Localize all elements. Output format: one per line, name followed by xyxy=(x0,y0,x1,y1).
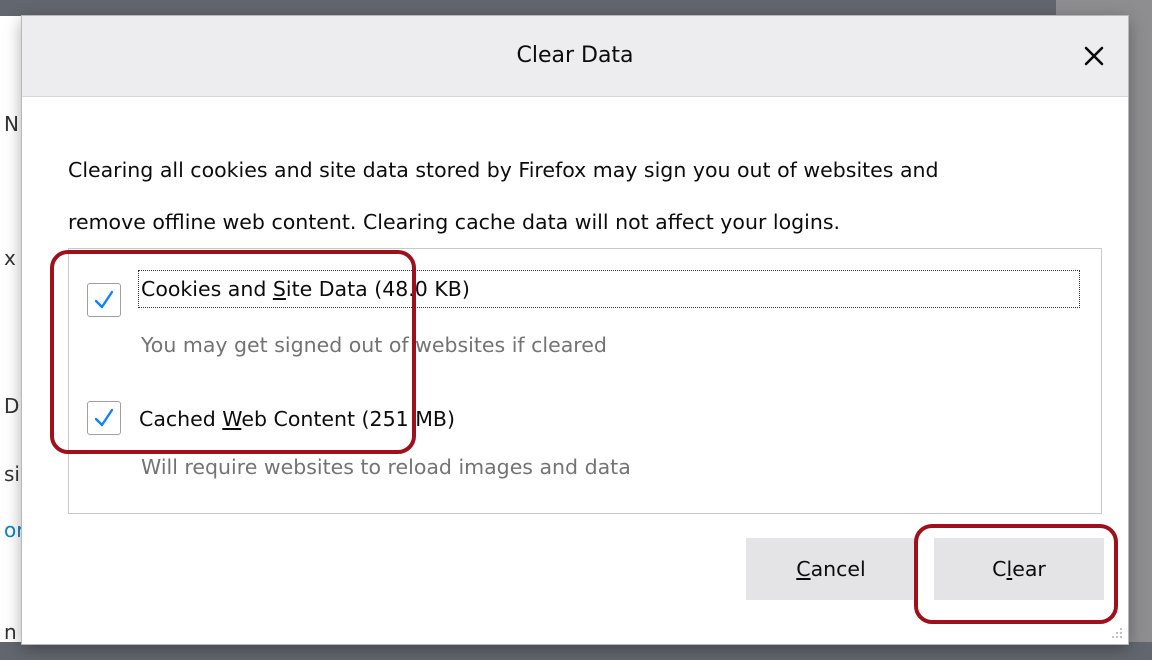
cancel-button[interactable]: Cancel xyxy=(746,538,916,600)
cache-label[interactable]: Cached Web Content (251 MB) xyxy=(139,407,455,431)
background-bottom-bar xyxy=(0,642,1152,660)
cache-sub-label: Will require websites to reload images a… xyxy=(141,455,631,479)
dialog-description: Clearing all cookies and site data store… xyxy=(68,144,1088,248)
label-text: ite Data (48.0 KB) xyxy=(285,277,470,301)
background-text-fragment: n xyxy=(4,620,17,644)
cookies-label[interactable]: Cookies and Site Data (48.0 KB) xyxy=(138,270,1080,308)
clear-data-dialog: Clear Data Clearing all cookies and site… xyxy=(22,16,1128,644)
button-label: C xyxy=(992,557,1007,581)
resize-grip-icon[interactable] xyxy=(1110,626,1124,640)
label-text: eb Content (251 MB) xyxy=(241,407,455,431)
close-button[interactable] xyxy=(1072,34,1116,78)
access-key: C xyxy=(796,557,811,581)
checkmark-icon xyxy=(94,290,114,309)
access-key: W xyxy=(222,407,242,431)
button-label: ear xyxy=(1012,557,1046,581)
label-text: Cached xyxy=(139,407,223,431)
dialog-titlebar: Clear Data xyxy=(22,16,1128,97)
background-text-fragment: x xyxy=(4,246,16,270)
clear-button[interactable]: Cl ear xyxy=(934,538,1104,600)
button-label: ancel xyxy=(810,557,866,581)
cache-checkbox[interactable] xyxy=(87,401,121,435)
checkmark-icon xyxy=(94,408,114,427)
cookies-sub-label: You may get signed out of websites if cl… xyxy=(141,333,607,357)
background-left-strip xyxy=(0,16,22,642)
clear-options-box: Cookies and Site Data (48.0 KB) You may … xyxy=(68,248,1102,514)
description-line: Clearing all cookies and site data store… xyxy=(68,158,939,182)
close-icon xyxy=(1084,46,1104,66)
access-key: S xyxy=(272,277,286,301)
background-text-fragment: si xyxy=(4,462,20,486)
background-top-bar xyxy=(0,0,1152,16)
label-text: Cookies and xyxy=(141,277,273,301)
dialog-title: Clear Data xyxy=(516,43,634,68)
cookies-checkbox[interactable] xyxy=(87,283,121,317)
description-line: remove offline web content. Clearing cac… xyxy=(68,210,841,234)
background-text-fragment: D xyxy=(4,394,20,418)
background-text-fragment: N xyxy=(4,112,19,136)
